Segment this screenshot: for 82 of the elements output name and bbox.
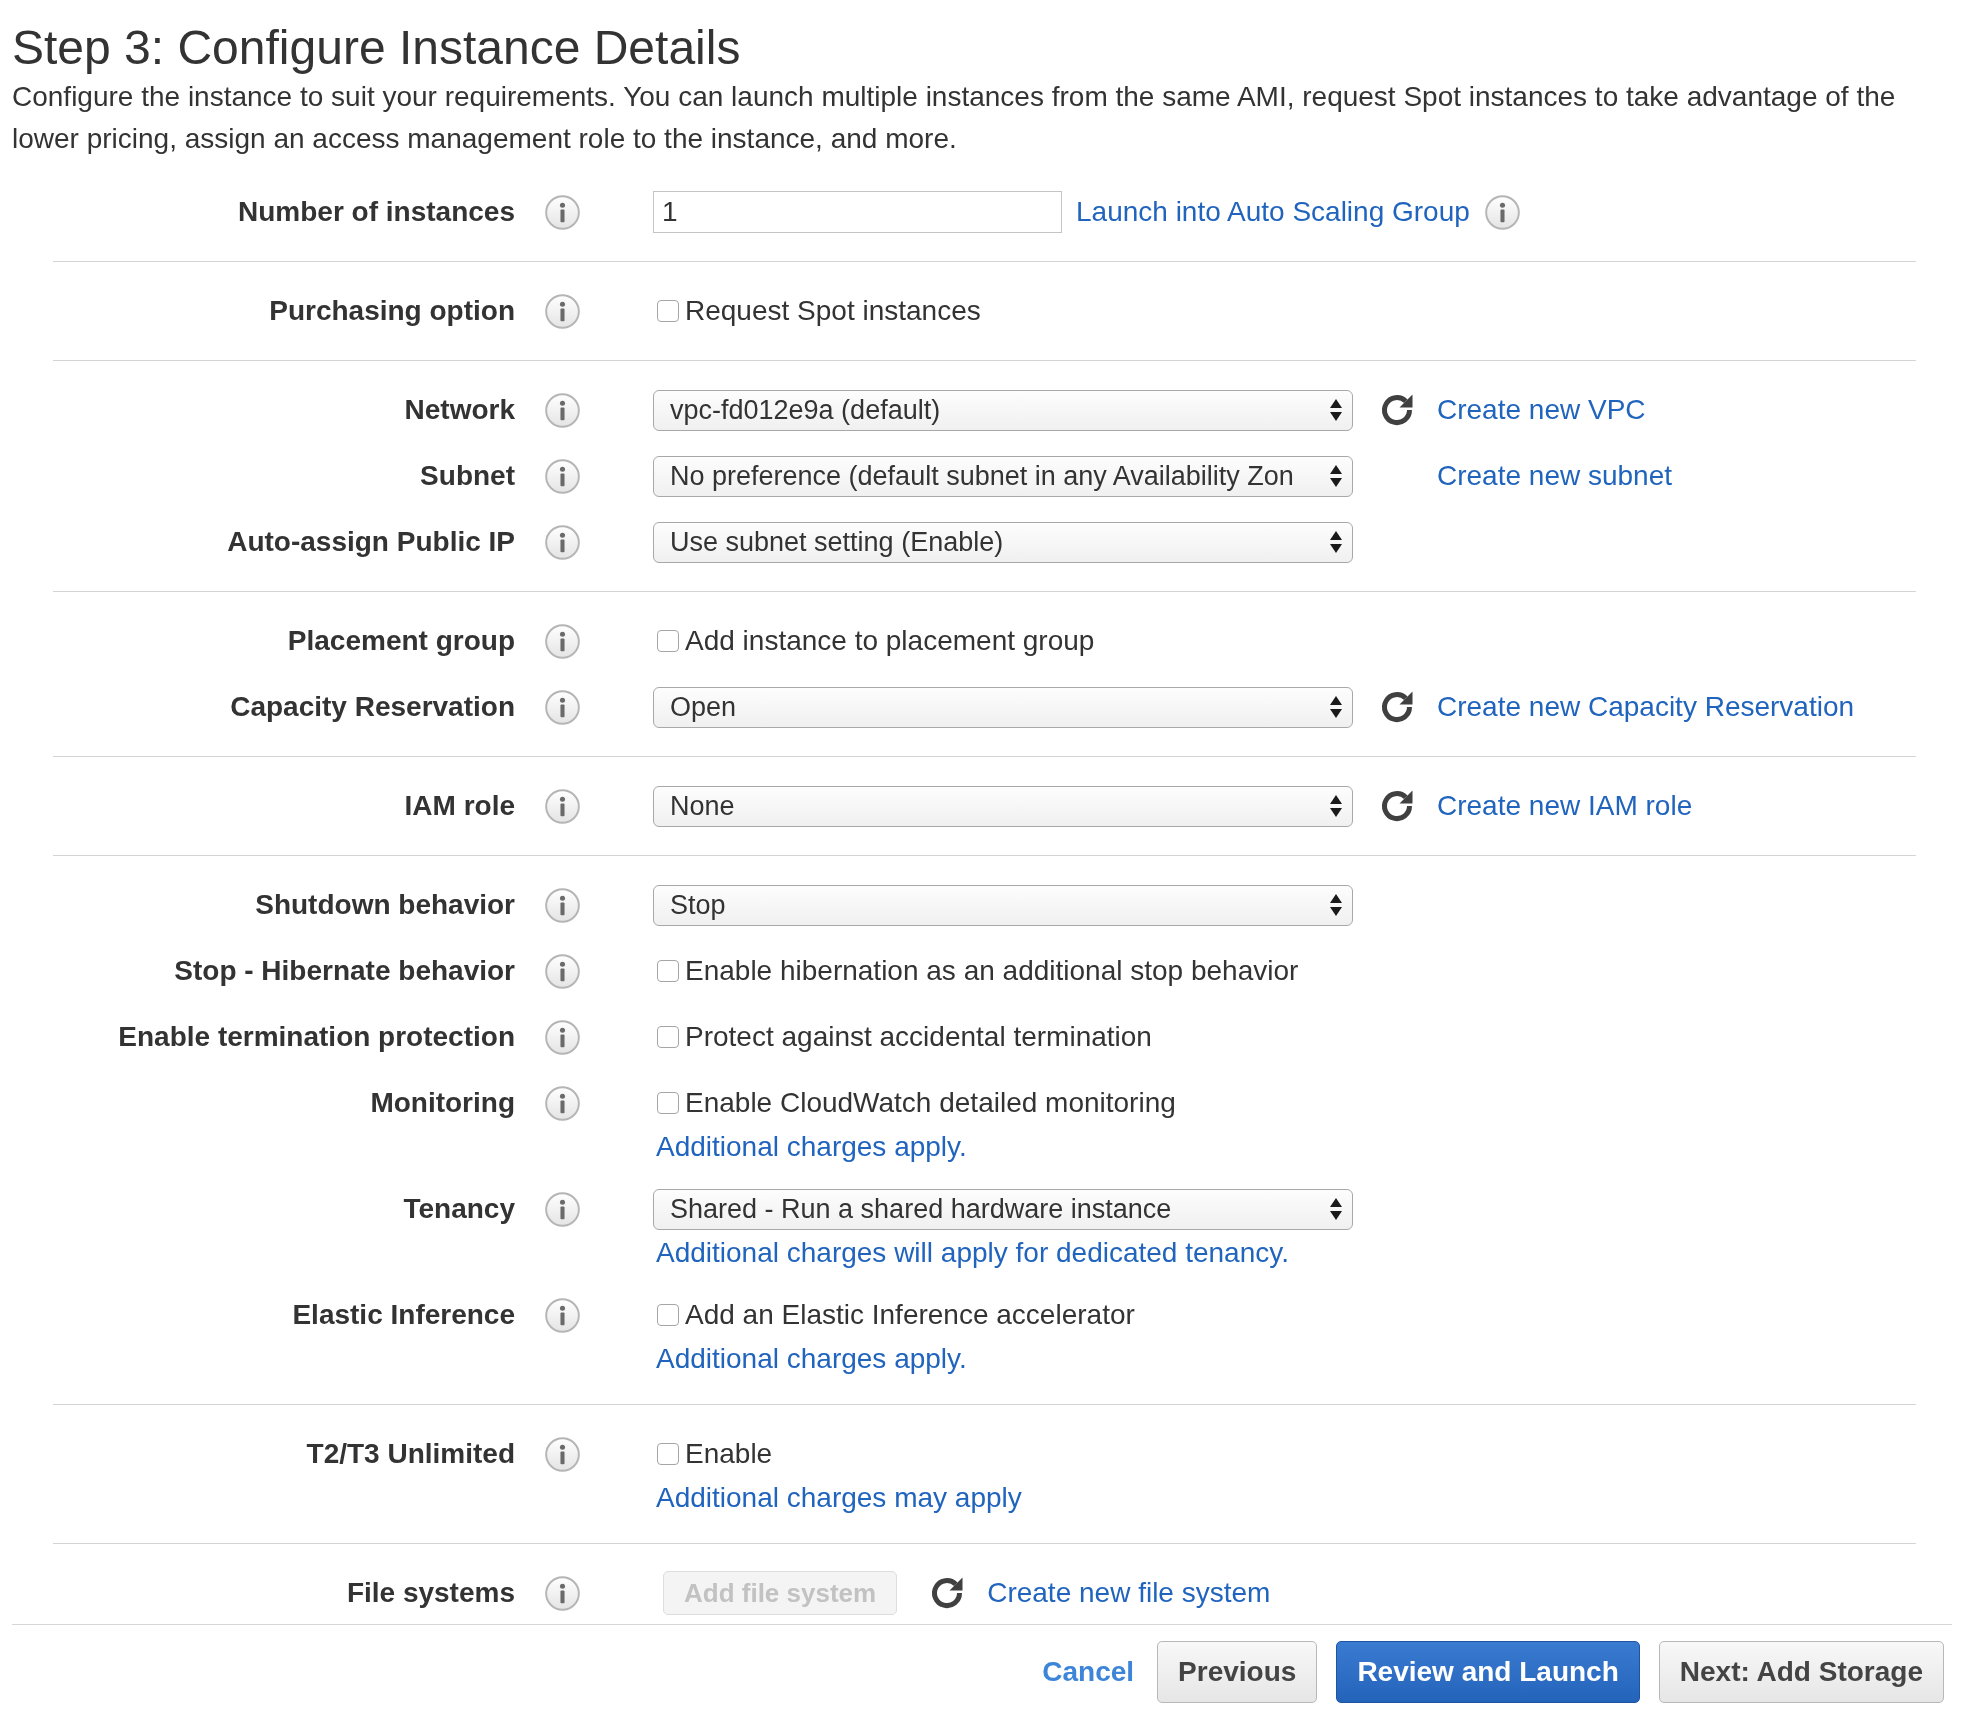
field-label: Shutdown behavior: [254, 888, 515, 922]
field-label: Network: [403, 393, 515, 427]
dropdown-select[interactable]: No preference (default subnet in any Availability Zon: [653, 455, 1353, 497]
field-label: Auto-assign Public IP: [226, 525, 515, 559]
dropdown-select[interactable]: vpc-fd012e9a (default): [653, 389, 1353, 431]
checkbox-label: Request Spot instances: [685, 294, 981, 328]
dropdown-select[interactable]: Open: [653, 686, 1353, 728]
field-label: Number of instances: [237, 195, 515, 229]
checkbox-label: Add instance to placement group: [685, 624, 1095, 658]
primary-button[interactable]: Review and Launch: [1336, 1641, 1640, 1703]
info-icon[interactable]: [545, 953, 580, 989]
refresh-icon[interactable]: [1379, 392, 1415, 428]
action-link[interactable]: Create new VPC: [1437, 389, 1646, 431]
updown-caret-icon: [1330, 894, 1342, 916]
info-link[interactable]: Additional charges will apply for dedicated tenancy.: [656, 1236, 1289, 1270]
info-icon[interactable]: [545, 194, 580, 230]
info-icon[interactable]: [1484, 194, 1520, 230]
info-icon[interactable]: [545, 458, 580, 494]
checkbox[interactable]: [657, 1026, 679, 1048]
info-icon[interactable]: [545, 1191, 580, 1227]
info-icon[interactable]: [545, 1019, 580, 1055]
action-link[interactable]: Create new Capacity Reservation: [1437, 686, 1855, 728]
page-description: Configure the instance to suit your requirements. You can launch multiple instances from the same AMI, request Spot instances to take advantage of the lower pricing, assign an access management role to the instance, and more.: [12, 80, 1897, 156]
action-link[interactable]: Create new file system: [987, 1572, 1271, 1614]
info-icon[interactable]: [545, 1297, 580, 1333]
field-label: File systems: [345, 1576, 515, 1610]
checkbox[interactable]: [657, 960, 679, 982]
refresh-icon[interactable]: [1379, 689, 1415, 725]
action-link[interactable]: Create new subnet: [1437, 455, 1673, 497]
secondary-button[interactable]: Next: Add Storage: [1658, 1641, 1944, 1703]
secondary-button[interactable]: Previous: [1157, 1641, 1318, 1703]
number-input[interactable]: 1: [653, 191, 1062, 233]
info-icon[interactable]: [545, 1085, 580, 1121]
dropdown-select[interactable]: Stop: [653, 884, 1353, 926]
checkbox[interactable]: [657, 630, 679, 652]
field-label: Enable termination protection: [117, 1020, 515, 1054]
updown-caret-icon: [1330, 696, 1342, 718]
info-icon[interactable]: [545, 887, 580, 923]
action-link[interactable]: Create new IAM role: [1437, 785, 1693, 827]
field-label: Subnet: [419, 459, 515, 493]
text-button[interactable]: Cancel: [1038, 1641, 1139, 1703]
updown-caret-icon: [1330, 399, 1342, 421]
info-icon[interactable]: [545, 689, 580, 725]
checkbox-label: Protect against accidental termination: [685, 1020, 1152, 1054]
updown-caret-icon: [1330, 1198, 1342, 1220]
field-label: Placement group: [286, 624, 515, 658]
page-title: Step 3: Configure Instance Details: [12, 20, 742, 76]
checkbox[interactable]: [657, 1304, 679, 1326]
info-icon[interactable]: [545, 1575, 580, 1611]
field-label: Purchasing option: [268, 294, 515, 328]
checkbox[interactable]: [657, 1092, 679, 1114]
dropdown-select[interactable]: Use subnet setting (Enable): [653, 521, 1353, 563]
action-link[interactable]: Launch into Auto Scaling Group: [1076, 191, 1470, 233]
info-icon[interactable]: [545, 392, 580, 428]
checkbox-label: Enable CloudWatch detailed monitoring: [685, 1086, 1176, 1120]
field-label: Capacity Reservation: [229, 690, 515, 724]
dropdown-select[interactable]: None: [653, 785, 1353, 827]
info-icon[interactable]: [545, 788, 580, 824]
updown-caret-icon: [1330, 531, 1342, 553]
field-label: IAM role: [403, 789, 515, 823]
info-link[interactable]: Additional charges apply.: [656, 1342, 967, 1376]
field-label: Tenancy: [402, 1192, 515, 1226]
info-link[interactable]: Additional charges may apply: [656, 1481, 1022, 1515]
refresh-icon[interactable]: [929, 1575, 966, 1611]
field-label: Monitoring: [369, 1086, 515, 1120]
checkbox[interactable]: [657, 300, 679, 322]
checkbox-label: Add an Elastic Inference accelerator: [685, 1298, 1135, 1332]
updown-caret-icon: [1330, 795, 1342, 817]
info-icon[interactable]: [545, 293, 580, 329]
info-icon[interactable]: [545, 524, 580, 560]
info-icon[interactable]: [545, 623, 580, 659]
info-link[interactable]: Additional charges apply.: [656, 1130, 967, 1164]
updown-caret-icon: [1330, 465, 1342, 487]
refresh-icon[interactable]: [1379, 788, 1415, 824]
dropdown-select[interactable]: Shared - Run a shared hardware instance: [653, 1188, 1353, 1230]
field-label: Elastic Inference: [291, 1298, 515, 1332]
checkbox-label: Enable: [685, 1437, 773, 1471]
field-label: Stop - Hibernate behavior: [173, 954, 515, 988]
field-label: T2/T3 Unlimited: [305, 1437, 515, 1471]
checkbox[interactable]: [657, 1443, 679, 1465]
checkbox-label: Enable hibernation as an additional stop behavior: [685, 954, 1299, 988]
info-icon[interactable]: [545, 1436, 580, 1472]
